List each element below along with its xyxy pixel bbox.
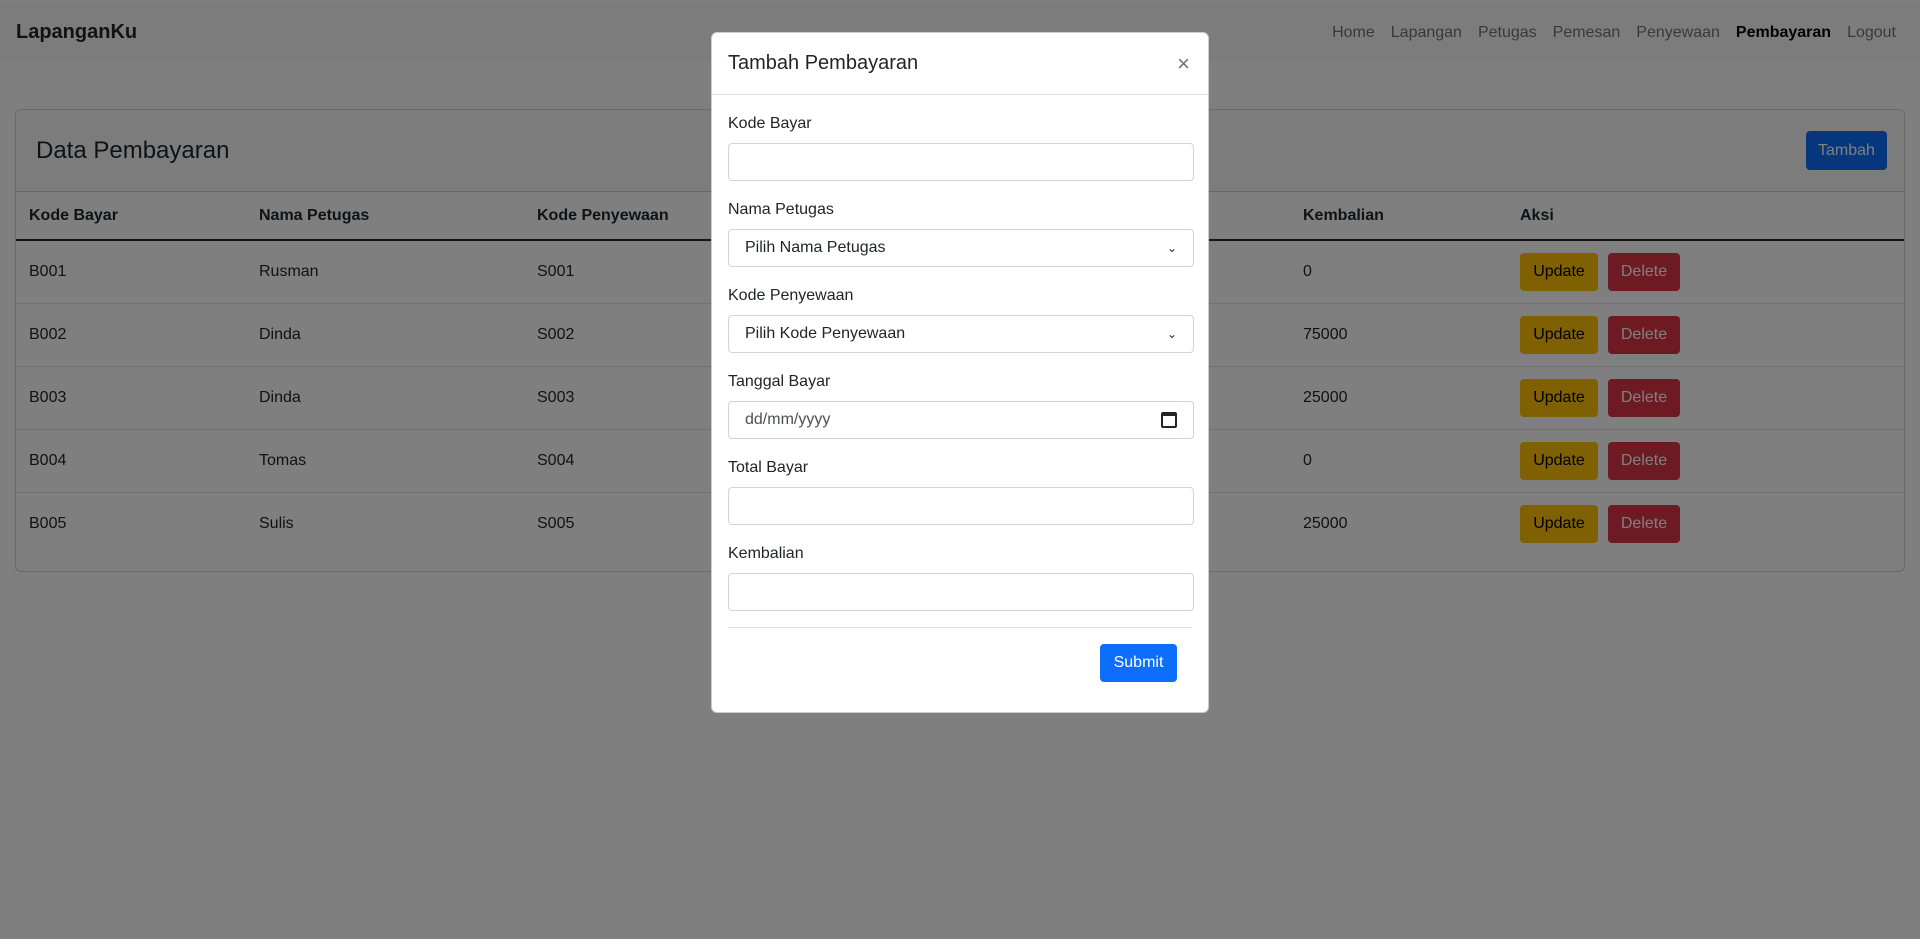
- tanggal-bayar-label: Tanggal Bayar: [728, 373, 831, 390]
- modal-title: Tambah Pembayaran: [728, 52, 919, 74]
- tanggal-bayar-input[interactable]: dd/mm/yyyy: [728, 401, 1194, 439]
- tanggal-bayar-placeholder: dd/mm/yyyy: [745, 411, 831, 428]
- kode-penyewaan-selected: Pilih Kode Penyewaan: [745, 325, 906, 342]
- kembalian-input[interactable]: [728, 573, 1194, 611]
- total-bayar-label: Total Bayar: [728, 459, 809, 476]
- calendar-icon[interactable]: [1161, 412, 1177, 428]
- modal-header: Tambah Pembayaran ×: [712, 33, 1208, 95]
- modal-body: Kode Bayar Nama Petugas Pilih Nama Petug…: [712, 115, 1208, 682]
- kode-penyewaan-select[interactable]: Pilih Kode Penyewaan ⌄: [728, 315, 1194, 353]
- chevron-down-icon: ⌄: [1166, 241, 1177, 255]
- kembalian-label: Kembalian: [728, 545, 804, 562]
- kode-bayar-label: Kode Bayar: [728, 115, 812, 132]
- close-icon[interactable]: ×: [1177, 51, 1190, 77]
- total-bayar-input[interactable]: [728, 487, 1194, 525]
- chevron-down-icon: ⌄: [1166, 327, 1177, 341]
- form-group-tanggal-bayar: Tanggal Bayar dd/mm/yyyy: [728, 373, 1194, 439]
- kode-penyewaan-label: Kode Penyewaan: [728, 287, 854, 304]
- form-group-kode-bayar: Kode Bayar: [728, 115, 1194, 181]
- nama-petugas-select[interactable]: Pilih Nama Petugas ⌄: [728, 229, 1194, 267]
- tambah-pembayaran-modal: Tambah Pembayaran × Kode Bayar Nama Petu…: [711, 32, 1209, 713]
- modal-footer: Submit: [728, 628, 1192, 682]
- form-group-nama-petugas: Nama Petugas Pilih Nama Petugas ⌄: [728, 201, 1194, 267]
- nama-petugas-selected: Pilih Nama Petugas: [745, 239, 886, 256]
- submit-button[interactable]: Submit: [1100, 644, 1177, 682]
- form-group-kembalian: Kembalian: [728, 545, 1194, 611]
- form-group-kode-penyewaan: Kode Penyewaan Pilih Kode Penyewaan ⌄: [728, 287, 1194, 353]
- form-group-total-bayar: Total Bayar: [728, 459, 1194, 525]
- nama-petugas-label: Nama Petugas: [728, 201, 834, 218]
- kode-bayar-input[interactable]: [728, 143, 1194, 181]
